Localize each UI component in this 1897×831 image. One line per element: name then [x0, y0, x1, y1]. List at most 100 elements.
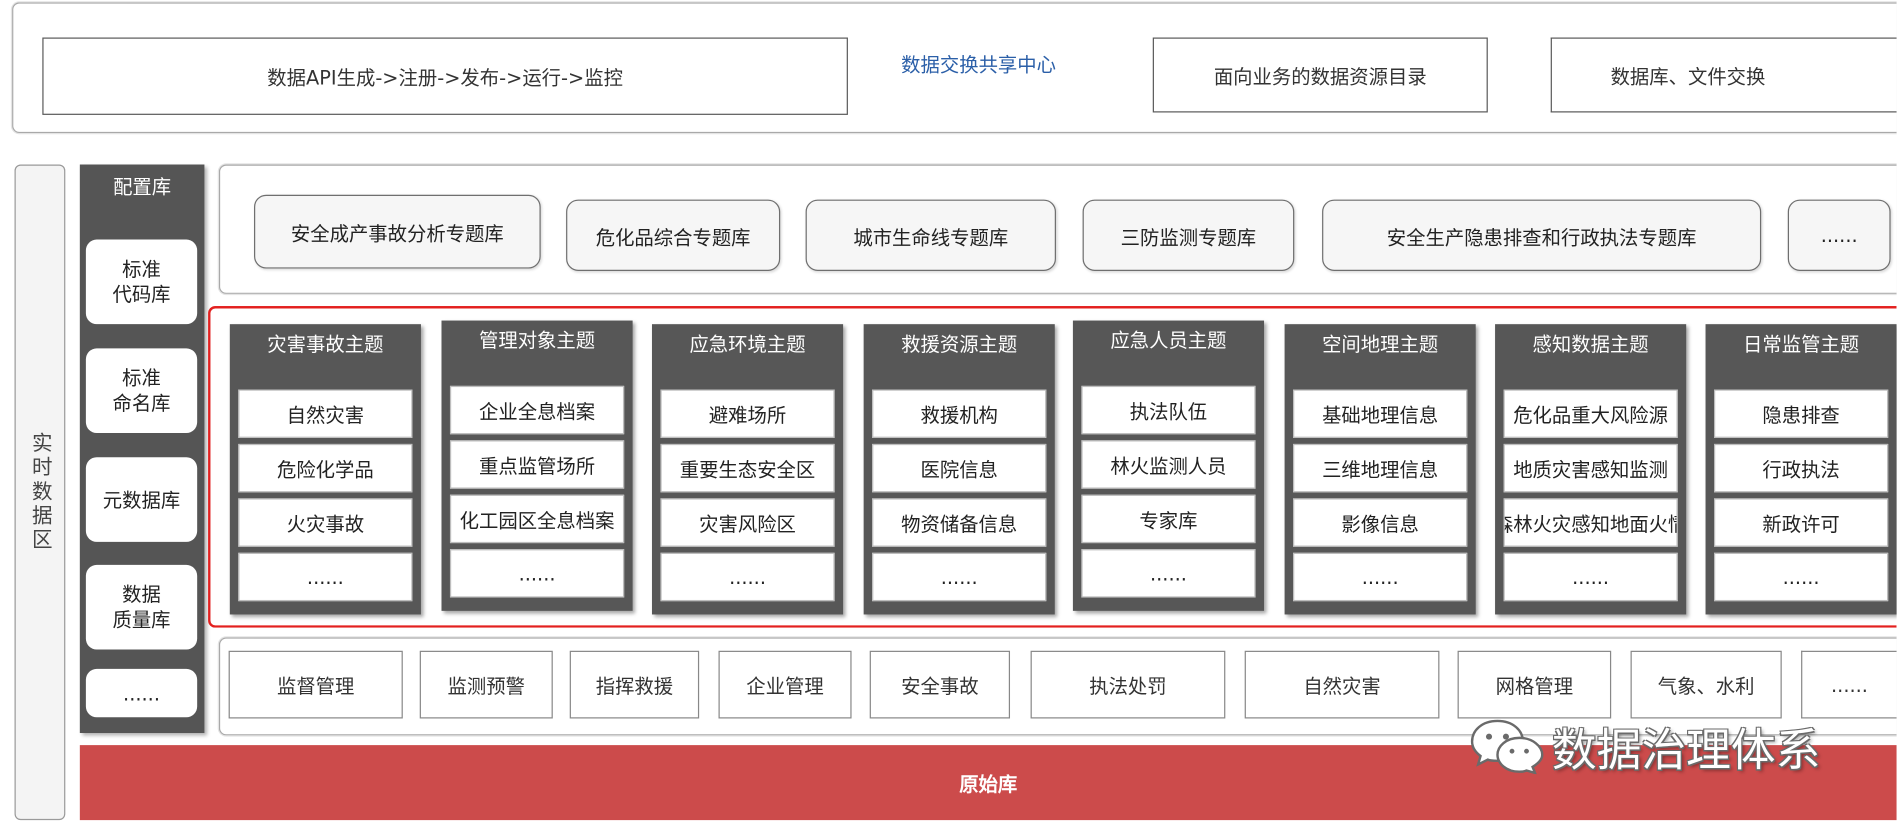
- theme-item-label: 物资储备信息: [901, 512, 1018, 536]
- theme-item-more: ......: [872, 552, 1047, 602]
- theme-item-label: ......: [940, 565, 978, 589]
- theme-item-label: ......: [1572, 565, 1610, 589]
- theme-item: 新政许可: [1714, 498, 1889, 547]
- architecture-diagram: 数据API生成->注册->发布->运行->监控 数据交换共享中心 面向业务的数据…: [0, 0, 1897, 831]
- theme-item: 隐患排查: [1714, 389, 1889, 438]
- theme-title: 日常监管主题: [1743, 332, 1860, 356]
- config-item-label: 标准 命名库: [112, 366, 171, 415]
- theme-title: 应急人员主题: [1110, 329, 1227, 352]
- theme-item-more: ......: [1293, 552, 1468, 602]
- theme-item-label: 避难场所: [708, 404, 787, 427]
- business-area-label: 企业管理: [746, 674, 824, 698]
- theme-item: 行政执法: [1714, 443, 1889, 493]
- realtime-zone: 实时数据区: [14, 164, 66, 821]
- theme-column-sensing-data: 感知数据主题 危化品重大风险源 地质灾害感知监测 森林火灾感知地面火情 ....…: [1495, 324, 1687, 615]
- realtime-zone-label: 实时数据区: [27, 431, 52, 553]
- theme-item-label: 执法队伍: [1129, 400, 1208, 424]
- config-item-label: 元数据库: [102, 488, 181, 512]
- business-area-label: 网格管理: [1495, 674, 1574, 698]
- theme-item: 林火监测人员: [1081, 440, 1256, 489]
- theme-column-rescue-resources: 救援资源主题 救援机构 医院信息 物资储备信息 ......: [863, 324, 1055, 615]
- raw-library-label: 原始库: [959, 772, 1018, 796]
- theme-title: 感知数据主题: [1532, 332, 1649, 356]
- theme-item-label: 救援机构: [920, 404, 998, 427]
- theme-column-disaster-accident: 灾害事故主题 自然灾害 危险化学品 火灾事故 ......: [229, 324, 421, 615]
- business-area-item: 企业管理: [718, 650, 852, 719]
- theme-item-label: 新政许可: [1762, 512, 1840, 536]
- topic-library-label: 安全生产隐患排查和行政执法专题库: [1386, 225, 1697, 249]
- theme-item-label: 火灾事故: [286, 512, 365, 536]
- topic-library-label: ......: [1820, 223, 1858, 247]
- file-exchange-label: 数据库、文件交换: [1610, 65, 1766, 89]
- topic-library-item-more: ......: [1787, 199, 1891, 271]
- file-exchange-box: 数据库、文件交换: [1550, 37, 1897, 113]
- theme-item: 危险化学品: [238, 443, 413, 493]
- business-area-label: 安全事故: [901, 674, 979, 698]
- topic-library-label: 安全成产事故分析专题库: [290, 221, 504, 245]
- business-area-item: 执法处罚: [1030, 650, 1226, 719]
- theme-item-label: 重要生态安全区: [679, 458, 816, 482]
- business-area-item: 气象、水利: [1630, 650, 1782, 719]
- topic-library-label: 三防监测专题库: [1120, 225, 1257, 249]
- config-item-more: ......: [85, 668, 198, 718]
- config-item-label: ......: [123, 681, 160, 705]
- theme-column-daily-supervision: 日常监管主题 隐患排查 行政执法 新政许可 ......: [1705, 324, 1897, 615]
- theme-item: 救援机构: [872, 389, 1047, 438]
- business-area-item: 监测预警: [419, 650, 553, 719]
- theme-column-managed-objects: 管理对象主题 企业全息档案 重点监管场所 化工园区全息档案 ......: [441, 320, 633, 611]
- business-area-item: 网格管理: [1457, 650, 1612, 719]
- theme-item: 重点监管场所: [449, 440, 625, 489]
- theme-item-label: 行政执法: [1762, 458, 1840, 482]
- topic-library-item: 城市生命线专题库: [805, 199, 1056, 271]
- theme-item-label: 影像信息: [1341, 512, 1419, 536]
- theme-item-label: 企业全息档案: [478, 400, 596, 424]
- theme-item-label: ......: [1361, 565, 1399, 589]
- theme-item-label: 灾害风险区: [699, 512, 796, 536]
- topic-library-item: 安全生产隐患排查和行政执法专题库: [1322, 199, 1762, 271]
- theme-item: 重要生态安全区: [660, 443, 835, 493]
- theme-item-label: ......: [518, 561, 556, 585]
- theme-item: 执法队伍: [1081, 385, 1256, 435]
- business-area-label: 指挥救援: [595, 674, 674, 698]
- theme-item: 影像信息: [1293, 498, 1468, 547]
- theme-item: 物资储备信息: [872, 498, 1047, 547]
- config-library-title: 配置库: [113, 175, 172, 199]
- theme-item-label: 三维地理信息: [1322, 458, 1439, 482]
- business-area-item: 自然灾害: [1244, 650, 1440, 719]
- theme-item: 灾害风险区: [660, 498, 835, 547]
- config-item-label: 标准 代码库: [112, 257, 171, 307]
- theme-item: 化工园区全息档案: [449, 494, 625, 544]
- api-pipeline-label: 数据API生成->注册->发布->运行->监控: [267, 66, 623, 90]
- theme-title: 管理对象主题: [478, 329, 596, 352]
- theme-item-label: 自然灾害: [286, 404, 365, 427]
- config-item-standard-naming: 标准 命名库: [85, 348, 198, 434]
- theme-column-emergency-personnel: 应急人员主题 执法队伍 林火监测人员 专家库 ......: [1072, 320, 1265, 611]
- topic-library-item: 危化品综合专题库: [566, 199, 781, 271]
- resource-catalog-label: 面向业务的数据资源目录: [1213, 65, 1427, 89]
- theme-item: 森林火灾感知地面火情: [1503, 498, 1678, 547]
- business-area-item-more: ......: [1801, 650, 1897, 719]
- theme-item-label: 重点监管场所: [478, 454, 596, 478]
- theme-item: 避难场所: [660, 389, 835, 438]
- theme-item-label: ......: [306, 565, 344, 589]
- theme-column-emergency-environment: 应急环境主题 避难场所 重要生态安全区 灾害风险区 ......: [651, 324, 844, 615]
- theme-item-more: ......: [449, 549, 625, 598]
- business-area-label: ......: [1831, 673, 1868, 697]
- topic-library-label: 危化品综合专题库: [595, 225, 751, 249]
- theme-item-label: 基础地理信息: [1322, 404, 1439, 427]
- theme-item-more: ......: [660, 552, 835, 602]
- config-item-label: 数据 质量库: [112, 583, 171, 632]
- theme-item: 自然灾害: [238, 389, 413, 438]
- business-area-label: 监测预警: [447, 674, 525, 698]
- theme-item-label: 专家库: [1139, 509, 1198, 533]
- theme-item-label: 危化品重大风险源: [1513, 404, 1669, 427]
- theme-item-label: 地质灾害感知监测: [1513, 458, 1669, 482]
- theme-item: 专家库: [1081, 494, 1256, 544]
- theme-item-label: 危险化学品: [276, 458, 374, 482]
- theme-item-label: 医院信息: [920, 458, 998, 482]
- topic-library-label: 城市生命线专题库: [853, 225, 1009, 249]
- theme-item-more: ......: [1714, 552, 1889, 602]
- theme-item-more: ......: [238, 552, 413, 602]
- theme-title: 救援资源主题: [901, 332, 1018, 356]
- theme-item-label: 化工园区全息档案: [459, 509, 615, 533]
